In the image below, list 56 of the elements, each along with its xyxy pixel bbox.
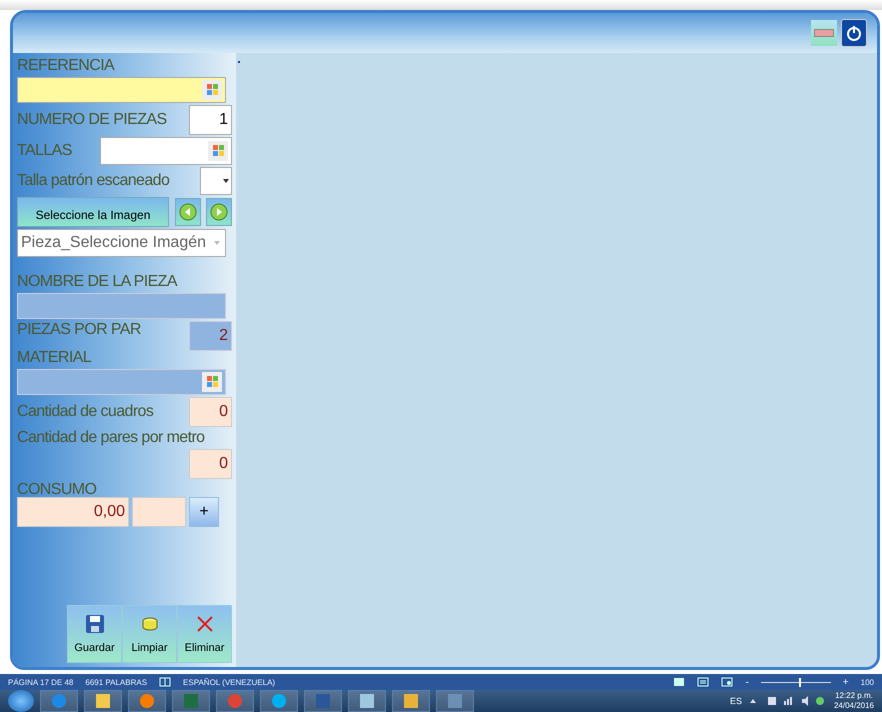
field-label: NUMERO DE PIEZAS [17,110,167,129]
delete-button[interactable]: Eliminar [177,605,232,664]
clear-button[interactable]: Limpiar [122,605,177,664]
taskbar-app-icon[interactable] [348,690,386,712]
next-button[interactable] [206,198,232,226]
print-layout-icon[interactable] [697,677,710,688]
referencia-field[interactable] [17,76,226,103]
taskbar-app-icon[interactable] [392,690,430,712]
select-image-button[interactable]: Seleccione la Imagen [17,196,169,227]
field-label: Talla patrón escaneado [17,172,170,190]
clock-time[interactable]: 12:22 p.m. [835,691,873,701]
nombre-pieza-field[interactable] [17,292,226,319]
taskbar-app-icon[interactable] [260,690,298,712]
zoom-level: 100 [860,678,874,687]
field-label: MATERIAL [17,348,92,367]
field-label: TALLAS [17,142,72,160]
taskbar-app-icon[interactable] [436,690,474,712]
zoom-out-button[interactable]: - [745,676,749,688]
cantidad-cuadros-field[interactable]: 0 [189,396,232,427]
windows-logo-icon[interactable] [202,80,222,100]
windows-logo-icon[interactable] [208,140,228,161]
zoom-in-button[interactable]: + [842,676,849,688]
power-icon [845,24,863,42]
start-button[interactable] [8,690,34,712]
talla-dropdown[interactable] [200,166,232,195]
word-count: 6691 PALABRAS [85,678,148,687]
field-label: PIEZAS POR PAR [17,320,141,339]
previous-button[interactable] [174,198,200,226]
numero-piezas-field[interactable]: 1 [189,104,232,135]
language-label[interactable]: ESPAÑOL (VENEZUELA) [183,678,276,687]
field-label: REFERENCIA [17,56,116,75]
book-icon[interactable] [159,677,172,688]
close-icon [194,614,214,634]
field-label: NOMBRE DE LA PIEZA [17,272,178,291]
pares-por-metro-field[interactable]: 0 [189,448,232,479]
web-layout-icon[interactable] [721,677,734,688]
read-mode-icon[interactable] [673,677,686,688]
taskbar-app-icon[interactable] [40,690,78,712]
consumo-extra-field[interactable] [132,496,186,527]
keyboard-language[interactable]: ES [730,696,742,706]
consumo-field[interactable]: 0,00 [17,496,129,527]
field-label: Cantidad de cuadros [17,402,154,421]
page-count: PÁGINA 17 DE 48 [8,678,74,687]
field-label: CONSUMO [17,480,98,499]
save-button[interactable]: Guardar [67,605,122,664]
field-label: Cantidad de pares por metro [17,428,206,447]
piezas-por-par-field[interactable]: 2 [189,320,232,351]
add-button[interactable]: + [189,496,219,527]
clock-date[interactable]: 24/04/2016 [834,701,874,711]
power-button[interactable] [841,18,867,47]
caret-icon [214,240,220,245]
caret-icon [223,178,229,183]
taskbar-app-icon[interactable] [84,690,122,712]
windows-logo-icon[interactable] [202,372,222,392]
tallas-field[interactable] [100,136,232,165]
material-field[interactable] [17,368,226,395]
